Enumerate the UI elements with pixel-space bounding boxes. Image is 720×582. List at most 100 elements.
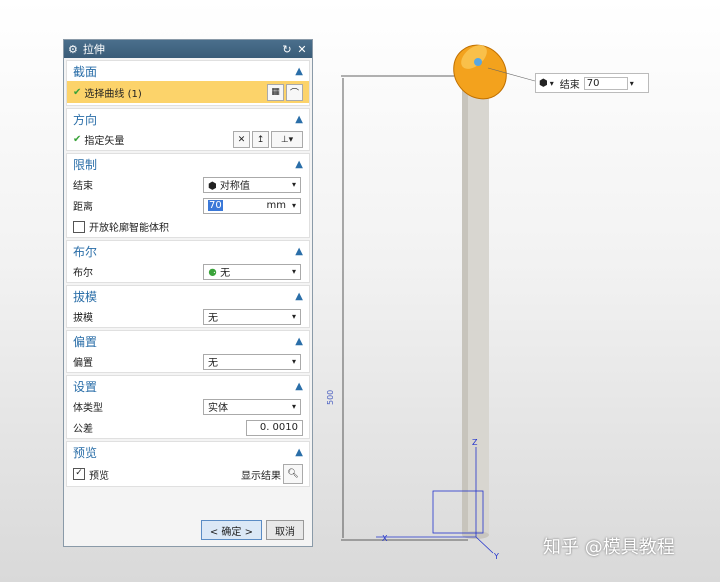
y-axis [475,536,494,554]
select-curve-label: 选择曲线 (1) [84,88,142,100]
end-value: 对称值 [219,181,250,192]
preview-checkbox[interactable]: ✓ [73,468,85,480]
end-label: 结束 [73,181,93,192]
distance-value: 70 [208,200,223,211]
cube-icon: ⬢ [208,181,220,192]
section-offset: 偏置 ▲ 偏置 无 ▾ [66,330,310,373]
sketch-icon[interactable]: ▦ [267,83,284,101]
ok-button[interactable]: < 确定 > [200,520,262,540]
vector-dialog-icon[interactable]: ↥ [252,131,269,148]
show-result-label: 显示结果 [241,470,281,482]
collapse-icon[interactable]: ▲ [295,66,303,77]
select-curve-row[interactable]: ✔ 选择曲线 (1) ▦ ⌒ [67,81,309,103]
section-profile-title: 截面 [73,64,98,79]
body-type-dropdown[interactable]: 实体 ▾ [203,398,301,415]
offset-dropdown[interactable]: 无 ▾ [203,353,301,370]
draft-label: 拔模 [73,313,93,324]
chevron-down-icon: ▾ [291,357,296,366]
floating-dropdown-arrow[interactable]: ▾ [550,79,554,88]
dialog-titlebar[interactable]: ⚙ 拉伸 ↻ ✕ [64,40,312,58]
chevron-down-icon: ▾ [291,402,296,411]
body-type-label: 体类型 [73,403,103,414]
tolerance-row: 公差 0. 0010 [67,417,309,438]
distance-input[interactable]: 70 mm ▾ [203,197,301,214]
floating-end-value[interactable]: 70 [583,76,628,90]
section-preview: 预览 ▲ ✓ 预览 显示结果 🔍︎ [66,441,310,487]
vector-handle[interactable] [474,58,482,66]
section-draft-title: 拔模 [73,289,98,304]
open-profile-checkbox[interactable] [73,220,85,233]
section-preview-title: 预览 [73,445,98,460]
vector-label: 指定矢量 [84,136,125,147]
collapse-icon[interactable]: ▲ [295,291,303,302]
watermark: 知乎 @模具教程 [543,537,675,558]
distance-label: 距离 [73,202,93,213]
collapse-icon[interactable]: ▲ [295,159,303,170]
draft-value: 无 [208,313,218,324]
chevron-down-icon: ▾ [291,267,296,276]
draft-dropdown[interactable]: 无 ▾ [203,308,301,325]
chevron-down-icon: ▾ [291,180,296,189]
offset-value: 无 [208,358,218,369]
section-profile: 截面 ▲ ✔ 选择曲线 (1) ▦ ⌒ [66,60,310,106]
section-settings-title: 设置 [73,379,98,394]
floating-value-arrow[interactable]: ▾ [630,79,634,88]
collapse-icon[interactable]: ▲ [295,336,303,347]
section-draft: 拔模 ▲ 拔模 无 ▾ [66,285,310,328]
axis-x-label: X [382,534,388,543]
section-boolean-title: 布尔 [73,244,98,259]
cancel-button[interactable]: 取消 [266,520,304,540]
offset-label: 偏置 [73,358,93,369]
boolean-value: 无 [220,268,231,279]
tolerance-value: 0. 0010 [259,422,298,433]
end-dropdown[interactable]: ⬢ 对称值 ▾ [203,176,301,193]
distance-row: 距离 70 mm ▾ [67,195,309,216]
end-row: 结束 ⬢ 对称值 ▾ [67,174,309,195]
section-direction: 方向 ▲ ✔ 指定矢量 ✕ ↥ ⊥▾ [66,108,310,151]
boolean-label: 布尔 [73,268,93,279]
vector-row: ✔ 指定矢量 ✕ ↥ ⊥▾ [67,129,309,150]
draft-row: 拔模 无 ▾ [67,306,309,327]
dimension-value[interactable]: 500 [326,390,335,405]
extruded-body-bottom [462,531,489,539]
floating-end-label: 结束 [559,79,580,91]
collapse-icon[interactable]: ▲ [295,114,303,125]
chevron-down-icon: ▾ [291,312,296,321]
cube-icon[interactable]: ⬢ [539,78,548,89]
axis-y-label: Y [493,552,499,561]
vector-type-icon[interactable]: ⊥▾ [271,131,303,148]
boolean-none-icon: ⚈ [208,268,221,279]
extruded-body-shade [462,80,468,535]
distance-unit: mm [266,200,286,211]
section-limits: 限制 ▲ 结束 ⬢ 对称值 ▾ 距离 70 mm ▾ 开放轮廓智能体积 [66,153,310,238]
extrude-dialog: ⚙ 拉伸 ↻ ✕ 截面 ▲ ✔ 选择曲线 (1) ▦ ⌒ 方向 ▲ ✔ 指定矢量 ✕… [63,39,313,547]
open-profile-label: 开放轮廓智能体积 [89,223,169,234]
chevron-down-icon: ▾ [291,201,296,210]
gear-icon: ⚙ [68,42,78,56]
reverse-direction-icon[interactable]: ✕ [233,131,250,148]
tolerance-label: 公差 [73,424,93,435]
body-type-row: 体类型 实体 ▾ [67,396,309,417]
floating-limit-toolbar: ⬢ ▾ 结束 70 ▾ [535,73,649,93]
preview-row: ✓ 预览 显示结果 🔍︎ [67,462,309,486]
boolean-dropdown[interactable]: ⚈ 无 ▾ [203,263,301,280]
dialog-footer: < 确定 > 取消 [200,520,304,540]
section-settings: 设置 ▲ 体类型 实体 ▾ 公差 0. 0010 [66,375,310,439]
section-offset-title: 偏置 [73,334,98,349]
section-direction-title: 方向 [73,112,98,127]
curve-select-icon[interactable]: ⌒ [286,83,303,101]
collapse-icon[interactable]: ▲ [295,246,303,257]
preview-label: 预览 [89,470,109,482]
body-type-value: 实体 [208,403,228,414]
checkmark-icon: ✔ [73,134,82,145]
boolean-row: 布尔 ⚈ 无 ▾ [67,261,309,282]
axis-z-label: Z [472,438,478,447]
reset-icon[interactable]: ↻ [281,43,293,56]
collapse-icon[interactable]: ▲ [295,447,303,458]
collapse-icon[interactable]: ▲ [295,381,303,392]
offset-row: 偏置 无 ▾ [67,351,309,372]
tolerance-input[interactable]: 0. 0010 [246,419,303,436]
close-icon[interactable]: ✕ [296,43,308,56]
magnifier-icon[interactable]: 🔍︎ [283,464,303,484]
dialog-title: 拉伸 [82,43,105,56]
